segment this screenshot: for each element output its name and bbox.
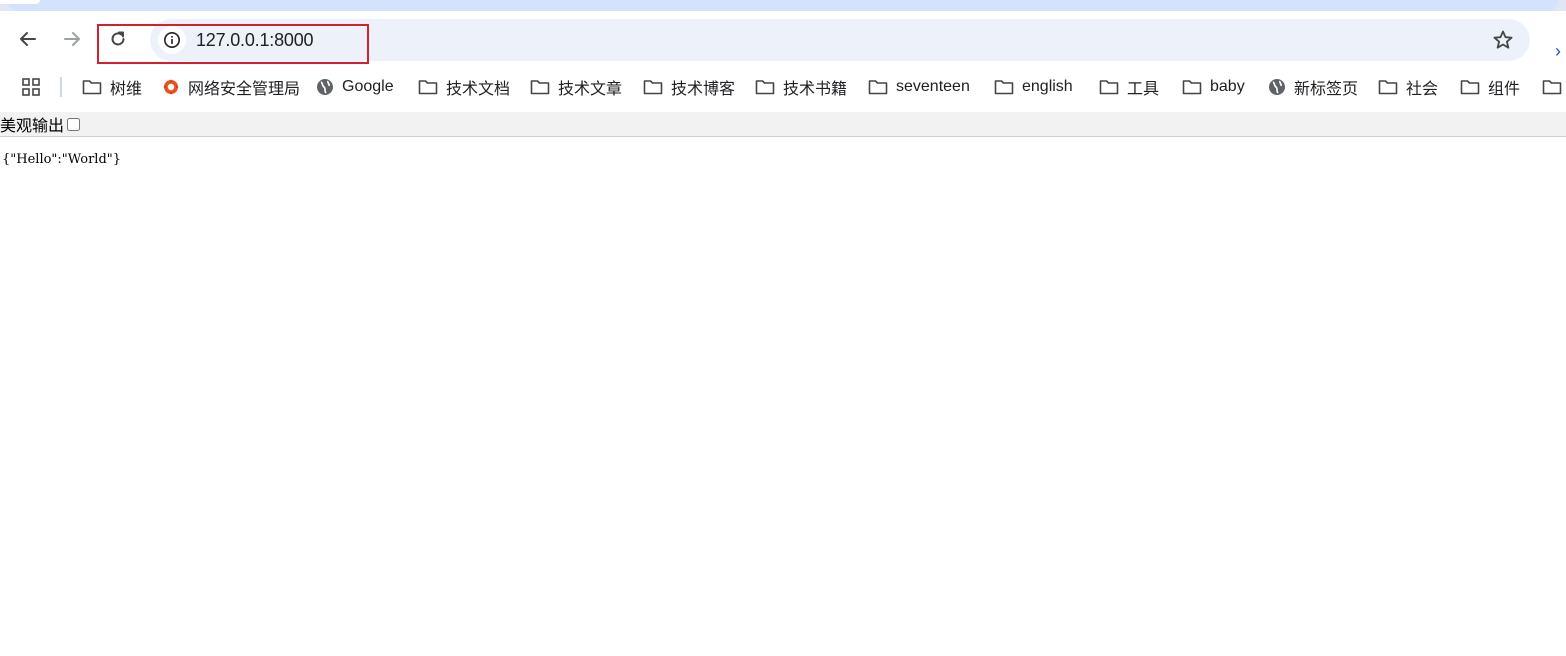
active-tab[interactable]: [8, 0, 1558, 11]
bookmark-label: 技术书籍: [783, 81, 848, 98]
bookmark-label: 树维: [110, 81, 143, 98]
bookmark-item[interactable]: 工具: [1099, 75, 1159, 99]
address-highlight-box: [97, 24, 369, 64]
bookmark-item[interactable]: 组件: [1460, 75, 1520, 99]
bookmark-item[interactable]: baby: [1182, 75, 1245, 99]
bookmark-label: 技术文档: [446, 81, 511, 98]
bookmark-item[interactable]: 技术博客: [643, 75, 735, 99]
folder-icon: [418, 80, 438, 95]
bookmark-label: 组件: [1488, 81, 1521, 98]
bookmark-overflow-folder[interactable]: [1542, 75, 1562, 99]
bookmark-item[interactable]: seventeen: [868, 75, 970, 99]
bookmarks-bar: 树维 网络安全管理局 Google 技术文档 技术文章 技术博客 技术书籍 se…: [0, 69, 1566, 105]
folder-icon: [1378, 80, 1398, 95]
tab-strip: [0, 0, 1566, 11]
bookmark-item[interactable]: 技术文章: [530, 75, 622, 99]
forward-arrow-icon: [64, 32, 80, 46]
json-viewer-toolbar: 美观输出: [0, 112, 1566, 137]
bookmark-item[interactable]: 新标签页: [1268, 75, 1358, 99]
json-output: {"Hello":"World"}: [2, 152, 122, 167]
bookmark-label: english: [1022, 78, 1073, 95]
site-logo-icon: [163, 79, 179, 95]
folder-icon: [643, 80, 663, 95]
back-button[interactable]: [14, 25, 42, 53]
bookmark-label: Google: [342, 78, 394, 95]
bookmark-label: 社会: [1406, 81, 1439, 98]
globe-icon: [1269, 79, 1285, 95]
forward-button[interactable]: [58, 25, 86, 53]
bookmark-label: 技术博客: [671, 81, 736, 98]
bookmark-item[interactable]: 网络安全管理局: [162, 75, 300, 99]
bookmark-item[interactable]: 技术书籍: [755, 75, 847, 99]
back-arrow-icon: [20, 32, 36, 46]
folder-icon: [1182, 80, 1202, 95]
folder-icon: [994, 80, 1014, 95]
globe-icon: [317, 79, 333, 95]
bookmark-item[interactable]: english: [994, 75, 1073, 99]
folder-icon: [1099, 80, 1119, 95]
apps-grid-icon[interactable]: [22, 78, 40, 96]
pretty-print-checkbox[interactable]: [67, 117, 81, 131]
bookmark-item[interactable]: Google: [316, 75, 394, 99]
tab-corner: [0, 0, 40, 4]
bookmark-label: seventeen: [896, 78, 970, 95]
bookmark-item[interactable]: 树维: [82, 75, 142, 99]
folder-icon: [755, 80, 775, 95]
folder-icon: [1542, 80, 1562, 95]
bookmark-label: 技术文章: [558, 81, 623, 98]
bookmarks-separator: [60, 77, 62, 97]
pretty-print-label: 美观输出: [0, 118, 65, 135]
overflow-chevron-icon[interactable]: ›: [1555, 41, 1561, 62]
bookmark-label: baby: [1210, 78, 1245, 95]
bookmark-label: 工具: [1127, 81, 1160, 98]
bookmark-item[interactable]: 社会: [1378, 75, 1438, 99]
folder-icon: [82, 80, 102, 95]
folder-icon: [868, 80, 888, 95]
folder-icon: [530, 80, 550, 95]
bookmark-label: 网络安全管理局: [188, 81, 301, 98]
folder-icon: [1460, 80, 1480, 95]
bookmark-label: 新标签页: [1294, 81, 1359, 98]
bookmark-star-icon[interactable]: [1492, 29, 1514, 51]
bookmark-item[interactable]: 技术文档: [418, 75, 510, 99]
